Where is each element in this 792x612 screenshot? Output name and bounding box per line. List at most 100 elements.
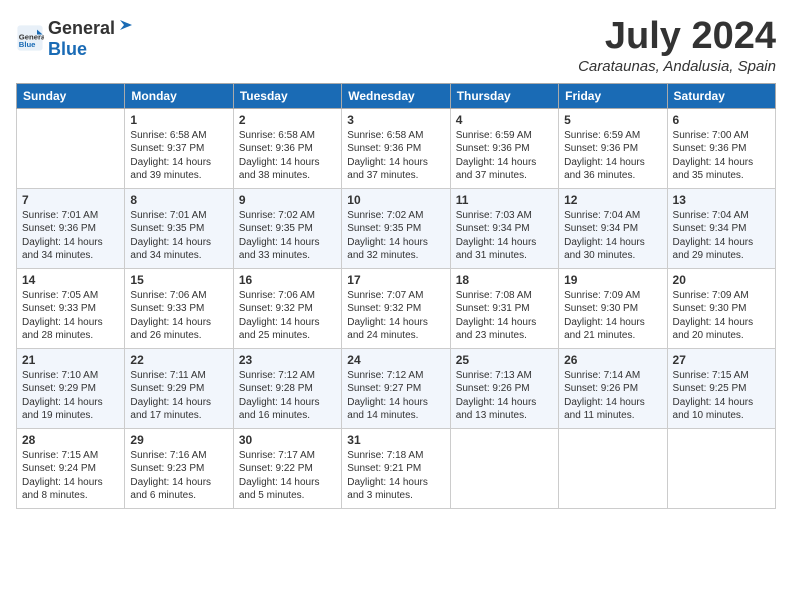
table-row: 6 Sunrise: 7:00 AM Sunset: 9:36 PM Dayli… xyxy=(667,108,775,188)
day-number: 28 xyxy=(22,433,119,447)
day-number: 25 xyxy=(456,353,553,367)
day-number: 11 xyxy=(456,193,553,207)
cell-sunrise: Sunrise: 7:13 AM xyxy=(456,369,553,383)
day-number: 23 xyxy=(239,353,336,367)
day-number: 18 xyxy=(456,273,553,287)
cell-daylight: Daylight: 14 hours and 24 minutes. xyxy=(347,316,444,343)
cell-sunset: Sunset: 9:30 PM xyxy=(564,302,661,316)
cell-sunset: Sunset: 9:33 PM xyxy=(130,302,227,316)
day-number: 2 xyxy=(239,113,336,127)
table-row xyxy=(667,428,775,508)
cell-sunset: Sunset: 9:28 PM xyxy=(239,382,336,396)
cell-daylight: Daylight: 14 hours and 20 minutes. xyxy=(673,316,770,343)
col-monday: Monday xyxy=(125,83,233,108)
cell-daylight: Daylight: 14 hours and 33 minutes. xyxy=(239,236,336,263)
cell-sunset: Sunset: 9:34 PM xyxy=(456,222,553,236)
logo-arrow-icon xyxy=(116,16,134,34)
cell-sunset: Sunset: 9:24 PM xyxy=(22,462,119,476)
cell-sunrise: Sunrise: 7:09 AM xyxy=(673,289,770,303)
cell-sunrise: Sunrise: 6:58 AM xyxy=(239,129,336,143)
cell-sunset: Sunset: 9:30 PM xyxy=(673,302,770,316)
day-number: 26 xyxy=(564,353,661,367)
cell-sunrise: Sunrise: 7:14 AM xyxy=(564,369,661,383)
day-number: 31 xyxy=(347,433,444,447)
cell-sunrise: Sunrise: 7:01 AM xyxy=(22,209,119,223)
cell-daylight: Daylight: 14 hours and 30 minutes. xyxy=(564,236,661,263)
table-row: 21 Sunrise: 7:10 AM Sunset: 9:29 PM Dayl… xyxy=(17,348,125,428)
cell-sunset: Sunset: 9:29 PM xyxy=(22,382,119,396)
cell-sunset: Sunset: 9:33 PM xyxy=(22,302,119,316)
cell-daylight: Daylight: 14 hours and 8 minutes. xyxy=(22,476,119,503)
cell-sunset: Sunset: 9:32 PM xyxy=(239,302,336,316)
table-row: 19 Sunrise: 7:09 AM Sunset: 9:30 PM Dayl… xyxy=(559,268,667,348)
col-wednesday: Wednesday xyxy=(342,83,450,108)
header: General Blue General Blue July 2024 Cara… xyxy=(16,16,776,75)
table-row: 13 Sunrise: 7:04 AM Sunset: 9:34 PM Dayl… xyxy=(667,188,775,268)
cell-sunrise: Sunrise: 7:01 AM xyxy=(130,209,227,223)
day-number: 29 xyxy=(130,433,227,447)
cell-sunrise: Sunrise: 7:15 AM xyxy=(22,449,119,463)
day-number: 15 xyxy=(130,273,227,287)
day-number: 10 xyxy=(347,193,444,207)
cell-sunrise: Sunrise: 7:03 AM xyxy=(456,209,553,223)
cell-sunset: Sunset: 9:36 PM xyxy=(347,142,444,156)
cell-sunrise: Sunrise: 6:59 AM xyxy=(456,129,553,143)
col-tuesday: Tuesday xyxy=(233,83,341,108)
cell-daylight: Daylight: 14 hours and 36 minutes. xyxy=(564,156,661,183)
table-row: 30 Sunrise: 7:17 AM Sunset: 9:22 PM Dayl… xyxy=(233,428,341,508)
cell-sunset: Sunset: 9:34 PM xyxy=(673,222,770,236)
cell-sunset: Sunset: 9:31 PM xyxy=(456,302,553,316)
cell-sunrise: Sunrise: 7:12 AM xyxy=(239,369,336,383)
logo-general-text: General xyxy=(48,18,115,39)
cell-sunset: Sunset: 9:27 PM xyxy=(347,382,444,396)
cell-sunset: Sunset: 9:36 PM xyxy=(456,142,553,156)
cell-sunrise: Sunrise: 7:00 AM xyxy=(673,129,770,143)
table-row: 11 Sunrise: 7:03 AM Sunset: 9:34 PM Dayl… xyxy=(450,188,558,268)
logo-blue-text: Blue xyxy=(48,39,87,59)
cell-daylight: Daylight: 14 hours and 17 minutes. xyxy=(130,396,227,423)
cell-sunrise: Sunrise: 6:59 AM xyxy=(564,129,661,143)
day-number: 3 xyxy=(347,113,444,127)
cell-daylight: Daylight: 14 hours and 26 minutes. xyxy=(130,316,227,343)
cell-sunset: Sunset: 9:21 PM xyxy=(347,462,444,476)
cell-daylight: Daylight: 14 hours and 25 minutes. xyxy=(239,316,336,343)
day-number: 24 xyxy=(347,353,444,367)
cell-sunrise: Sunrise: 7:02 AM xyxy=(239,209,336,223)
cell-sunrise: Sunrise: 6:58 AM xyxy=(347,129,444,143)
table-row: 9 Sunrise: 7:02 AM Sunset: 9:35 PM Dayli… xyxy=(233,188,341,268)
table-row: 8 Sunrise: 7:01 AM Sunset: 9:35 PM Dayli… xyxy=(125,188,233,268)
cell-sunset: Sunset: 9:35 PM xyxy=(130,222,227,236)
table-row: 20 Sunrise: 7:09 AM Sunset: 9:30 PM Dayl… xyxy=(667,268,775,348)
cell-sunset: Sunset: 9:25 PM xyxy=(673,382,770,396)
day-number: 14 xyxy=(22,273,119,287)
cell-sunrise: Sunrise: 7:06 AM xyxy=(239,289,336,303)
cell-daylight: Daylight: 14 hours and 38 minutes. xyxy=(239,156,336,183)
day-number: 30 xyxy=(239,433,336,447)
cell-sunrise: Sunrise: 7:16 AM xyxy=(130,449,227,463)
day-number: 16 xyxy=(239,273,336,287)
title-area: July 2024 Carataunas, Andalusia, Spain xyxy=(578,16,776,75)
cell-daylight: Daylight: 14 hours and 37 minutes. xyxy=(456,156,553,183)
table-row: 2 Sunrise: 6:58 AM Sunset: 9:36 PM Dayli… xyxy=(233,108,341,188)
logo-icon: General Blue xyxy=(16,24,44,52)
cell-daylight: Daylight: 14 hours and 3 minutes. xyxy=(347,476,444,503)
table-row: 14 Sunrise: 7:05 AM Sunset: 9:33 PM Dayl… xyxy=(17,268,125,348)
cell-sunset: Sunset: 9:36 PM xyxy=(239,142,336,156)
day-number: 1 xyxy=(130,113,227,127)
day-number: 22 xyxy=(130,353,227,367)
cell-sunrise: Sunrise: 7:12 AM xyxy=(347,369,444,383)
day-number: 5 xyxy=(564,113,661,127)
table-row: 28 Sunrise: 7:15 AM Sunset: 9:24 PM Dayl… xyxy=(17,428,125,508)
cell-sunrise: Sunrise: 7:02 AM xyxy=(347,209,444,223)
day-number: 20 xyxy=(673,273,770,287)
cell-sunrise: Sunrise: 7:10 AM xyxy=(22,369,119,383)
calendar-week-4: 21 Sunrise: 7:10 AM Sunset: 9:29 PM Dayl… xyxy=(17,348,776,428)
table-row: 12 Sunrise: 7:04 AM Sunset: 9:34 PM Dayl… xyxy=(559,188,667,268)
table-row: 5 Sunrise: 6:59 AM Sunset: 9:36 PM Dayli… xyxy=(559,108,667,188)
cell-sunset: Sunset: 9:29 PM xyxy=(130,382,227,396)
table-row: 24 Sunrise: 7:12 AM Sunset: 9:27 PM Dayl… xyxy=(342,348,450,428)
calendar-week-1: 1 Sunrise: 6:58 AM Sunset: 9:37 PM Dayli… xyxy=(17,108,776,188)
table-row: 27 Sunrise: 7:15 AM Sunset: 9:25 PM Dayl… xyxy=(667,348,775,428)
day-number: 12 xyxy=(564,193,661,207)
day-number: 4 xyxy=(456,113,553,127)
